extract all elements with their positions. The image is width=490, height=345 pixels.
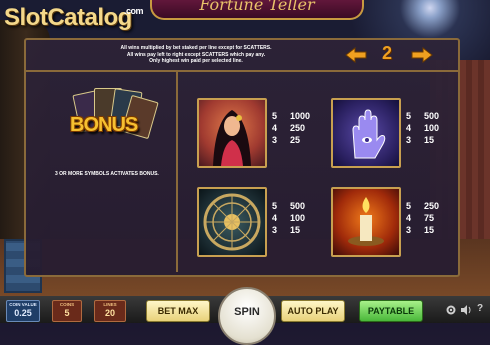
paytable-button[interactable]: PAYTABLE [359,300,423,322]
coin-value: 0.25 [14,308,32,318]
bet-max-button[interactable]: BET MAX [146,300,210,322]
fortune-teller-symbol [197,98,267,168]
pay-count: 5 [272,111,278,121]
arrow-right-icon [411,46,433,64]
site-logo: SlotCatalog .com [4,4,144,32]
pay-value: 500 [290,201,306,211]
lines-label: LINES [103,302,117,307]
pay-value: 250 [424,201,440,211]
pay-count: 3 [272,135,278,145]
candle-symbol [331,187,401,257]
arrow-left-icon [345,46,367,64]
zodiac-wheel-icon [203,193,261,251]
rule-line: Only highest win paid per selected line. [149,58,243,64]
pay-count: 3 [406,225,412,235]
help-button[interactable]: ? [474,303,486,315]
settings-button[interactable] [445,303,457,315]
lines-control[interactable]: LINES 20 [94,300,126,322]
pay-value: 15 [424,225,435,235]
coin-value-control[interactable]: COIN VALUE 0.25 [6,300,40,322]
bonus-label: BONUS [70,114,138,136]
coin-value-label: COIN VALUE [9,302,37,307]
bonus-note: 3 OR MORE SYMBOLS ACTIVATES BONUS. [55,171,159,177]
pay-value: 1000 [290,111,311,121]
pay-count: 3 [272,225,278,235]
next-page-button[interactable] [411,46,433,64]
pay-count: 5 [272,201,278,211]
sound-button[interactable] [460,303,472,315]
lines-value: 20 [104,308,115,318]
pay-count: 5 [406,111,412,121]
pay-value: 15 [290,225,301,235]
pay-value: 100 [290,213,306,223]
coins-control[interactable]: COINS 5 [52,300,82,322]
bonus-symbol: BONUS [68,88,159,158]
pay-value: 75 [424,213,435,223]
coins-value: 5 [64,308,70,318]
pay-count: 4 [406,213,412,223]
zodiac-wheel-symbol [197,187,267,257]
gear-icon [446,305,456,315]
prev-page-button[interactable] [345,46,367,64]
header-divider [26,70,458,72]
auto-play-button[interactable]: AUTO PLAY [281,300,345,322]
pay-count: 4 [406,123,412,133]
pay-count: 3 [406,135,412,145]
pay-value: 500 [424,111,440,121]
pay-value: 100 [424,123,440,133]
pay-count: 4 [272,213,278,223]
logo-text: SlotCatalog [4,4,132,31]
palm-hand-symbol [331,98,401,168]
page-number: 2 [381,43,392,63]
logo-suffix: .com [124,6,144,16]
pay-value: 25 [290,135,301,145]
candle-icon [348,197,384,246]
spin-button[interactable]: SPIN [218,287,276,345]
game-title: Fortune Teller [150,0,364,20]
pay-count: 5 [406,201,412,211]
coins-label: COINS [59,302,75,307]
fortune-teller-icon [213,110,251,166]
pay-count: 4 [272,123,278,133]
pay-value: 250 [290,123,306,133]
pay-value: 15 [424,135,435,145]
speaker-icon [461,305,471,315]
column-divider [176,72,178,272]
palm-hand-icon [352,109,386,159]
rules-text: All wins multiplied by bet staked per li… [76,45,316,65]
